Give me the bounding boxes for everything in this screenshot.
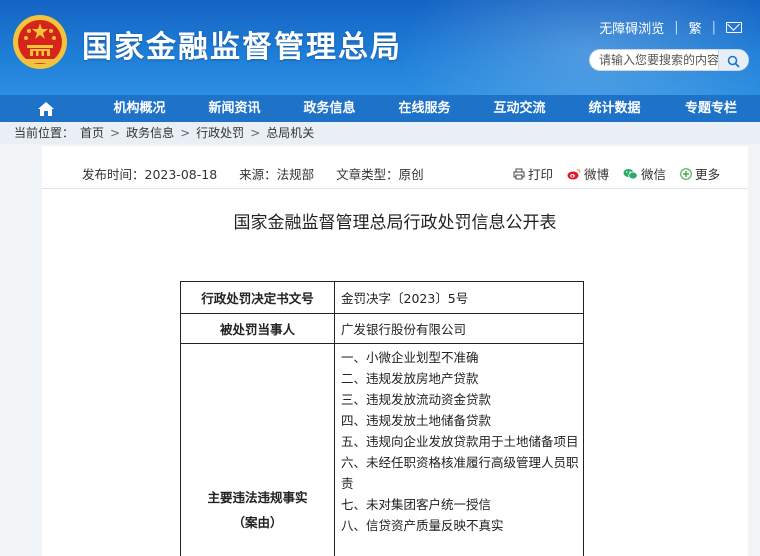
site-title: 国家金融监督管理总局 bbox=[82, 30, 402, 65]
print-label: 打印 bbox=[527, 167, 553, 182]
table-key-party: 被处罚当事人 bbox=[180, 313, 335, 344]
meta-divider bbox=[42, 188, 748, 189]
publish-time: 发布时间：2023-08-18 bbox=[82, 167, 218, 182]
fact-item: 七、未对集团客户统一授信 bbox=[341, 497, 492, 512]
nav-item-gov-info[interactable]: 政务信息 bbox=[282, 95, 377, 122]
accessibility-link[interactable]: 无障碍浏览 bbox=[599, 18, 664, 37]
search-button[interactable] bbox=[718, 50, 748, 70]
wechat-share-button[interactable]: 微信 bbox=[623, 164, 666, 183]
national-emblem-icon bbox=[13, 15, 67, 69]
nav-item-topics[interactable]: 专题专栏 bbox=[662, 95, 760, 122]
fact-item: 四、违规发放土地储备贷款 bbox=[341, 413, 492, 428]
facts-key-line1: 主要违法违规事实 bbox=[207, 489, 308, 505]
breadcrumb-penalty[interactable]: 行政处罚 bbox=[196, 122, 244, 144]
separator: | bbox=[711, 20, 716, 35]
wechat-label: 微信 bbox=[640, 167, 666, 182]
wechat-icon bbox=[623, 168, 638, 179]
table-value-facts: 一、小微企业划型不准确 二、违规发放房地产贷款 三、违规发放流动资金贷款 四、违… bbox=[334, 343, 584, 556]
nav-home-button[interactable] bbox=[0, 95, 92, 122]
nav-item-interaction[interactable]: 互动交流 bbox=[472, 95, 567, 122]
article-type: 文章类型：原创 bbox=[336, 167, 424, 182]
fact-item: 三、违规发放流动资金贷款 bbox=[341, 392, 492, 407]
fact-item: 二、违规发放房地产贷款 bbox=[341, 371, 479, 386]
nav-item-statistics[interactable]: 统计数据 bbox=[567, 95, 662, 122]
table-value-party: 广发银行股份有限公司 bbox=[334, 313, 584, 344]
article-panel: 发布时间：2023-08-18 来源：法规部 文章类型：原创 打印 微博 微信 … bbox=[42, 146, 748, 556]
search-box bbox=[589, 49, 749, 71]
traditional-chinese-link[interactable]: 繁 bbox=[689, 18, 702, 37]
search-input[interactable] bbox=[590, 53, 720, 67]
penalty-info-table: 行政处罚决定书文号 金罚决字〔2023〕5号 被处罚当事人 广发银行股份有限公司… bbox=[180, 281, 584, 556]
breadcrumb-label: 当前位置： bbox=[14, 126, 75, 140]
article-source: 来源：法规部 bbox=[239, 167, 315, 182]
more-label: 更多 bbox=[694, 167, 720, 182]
table-row: 行政处罚决定书文号 金罚决字〔2023〕5号 bbox=[180, 281, 584, 314]
article-meta: 发布时间：2023-08-18 来源：法规部 文章类型：原创 bbox=[82, 164, 424, 183]
separator: | bbox=[674, 20, 679, 35]
share-toolbar: 打印 微博 微信 更多 bbox=[513, 164, 720, 183]
breadcrumb-arrow: > bbox=[180, 126, 191, 140]
weibo-icon bbox=[567, 168, 581, 179]
fact-item: 五、违规向企业发放贷款用于土地储备项目 bbox=[341, 434, 579, 449]
table-row: 主要违法违规事实 （案由） 一、小微企业划型不准确 二、违规发放房地产贷款 三、… bbox=[180, 343, 584, 556]
mail-icon[interactable] bbox=[726, 22, 742, 33]
breadcrumb: 当前位置： 首页 > 政务信息 > 行政处罚 > 总局机关 bbox=[0, 122, 760, 144]
top-links: 无障碍浏览 | 繁 | bbox=[599, 18, 742, 37]
weibo-label: 微博 bbox=[583, 167, 609, 182]
breadcrumb-arrow: > bbox=[250, 126, 261, 140]
breadcrumb-arrow: > bbox=[110, 126, 121, 140]
nav-item-about[interactable]: 机构概况 bbox=[92, 95, 187, 122]
fact-item: 八、信贷资产质量反映不真实 bbox=[341, 518, 504, 533]
table-key-facts: 主要违法违规事实 （案由） bbox=[180, 343, 335, 556]
main-nav: 机构概况 新闻资讯 政务信息 在线服务 互动交流 统计数据 专题专栏 bbox=[0, 95, 760, 122]
breadcrumb-hq[interactable]: 总局机关 bbox=[266, 122, 314, 144]
fact-item: 一、小微企业划型不准确 bbox=[341, 350, 479, 365]
print-button[interactable]: 打印 bbox=[513, 164, 553, 183]
home-icon bbox=[38, 101, 54, 116]
article-title: 国家金融监督管理总局行政处罚信息公开表 bbox=[233, 213, 557, 233]
fact-item: 六、未经任职资格核准履行高级管理人员职责 bbox=[341, 455, 579, 491]
table-value-decision-no: 金罚决字〔2023〕5号 bbox=[334, 281, 584, 314]
table-key-decision-no: 行政处罚决定书文号 bbox=[180, 281, 335, 314]
weibo-share-button[interactable]: 微博 bbox=[567, 164, 609, 183]
nav-item-news[interactable]: 新闻资讯 bbox=[187, 95, 282, 122]
print-icon bbox=[513, 168, 525, 179]
plus-icon bbox=[680, 167, 692, 180]
facts-key-line2: （案由） bbox=[232, 514, 283, 530]
site-header: 国家金融监督管理总局 无障碍浏览 | 繁 | bbox=[0, 0, 760, 95]
breadcrumb-gov-info[interactable]: 政务信息 bbox=[126, 122, 174, 144]
nav-item-online-services[interactable]: 在线服务 bbox=[377, 95, 472, 122]
more-share-button[interactable]: 更多 bbox=[680, 164, 720, 183]
breadcrumb-home[interactable]: 首页 bbox=[80, 122, 104, 144]
search-icon bbox=[727, 55, 740, 68]
table-row: 被处罚当事人 广发银行股份有限公司 bbox=[180, 313, 584, 344]
